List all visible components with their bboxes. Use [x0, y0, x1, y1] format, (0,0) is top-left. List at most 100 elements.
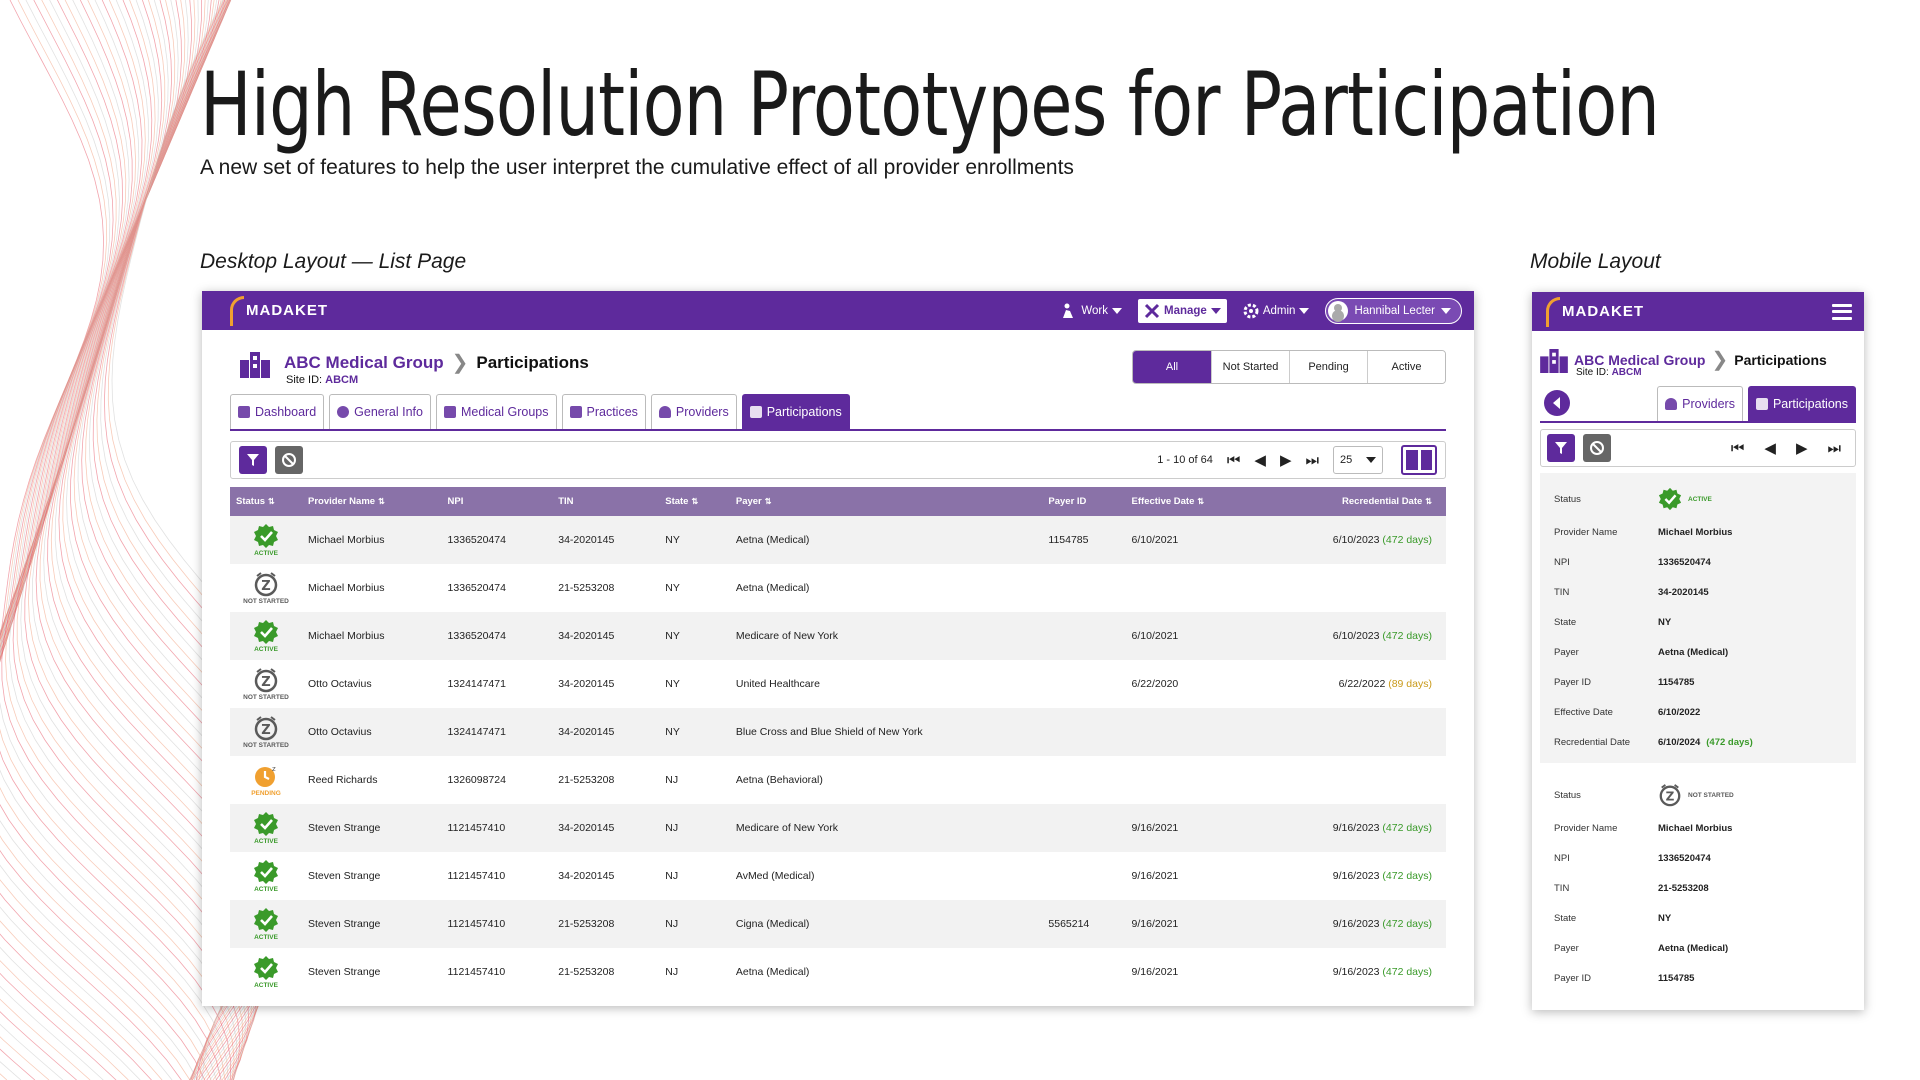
field-label: State — [1554, 616, 1577, 628]
first-page-icon[interactable]: ⏮ — [1731, 441, 1745, 456]
page-header: ABC Medical Group ❯ Participations Site … — [202, 330, 1474, 394]
madaket-logo[interactable]: MADAKET — [230, 295, 328, 326]
status-badge: ACTIVE — [253, 859, 279, 893]
tab-medical-groups[interactable]: Medical Groups — [435, 394, 557, 429]
state-cell: NY — [665, 582, 680, 594]
tab-participations[interactable]: Participations — [741, 394, 850, 429]
tin-cell: 21-5253208 — [558, 966, 615, 978]
last-page-icon[interactable]: ⏭ — [1827, 441, 1841, 456]
days-remaining: (472 days) — [1382, 630, 1432, 642]
provider-name-link[interactable]: Michael Morbius — [302, 612, 442, 660]
status-cell: Z NOT STARTED — [230, 660, 302, 708]
last-page-icon[interactable]: ⏭ — [1305, 453, 1319, 468]
active-check-icon — [254, 620, 278, 644]
col-recredential-date[interactable]: Recredential Date ⇅ — [1258, 487, 1446, 516]
field-value-wrap: NY — [1658, 913, 1671, 924]
table-row[interactable]: ACTIVE Michael Morbius 1336520474 34-202014… — [230, 516, 1446, 564]
page-size-select[interactable]: 25 — [1333, 446, 1383, 474]
card-field-row: Status Z NOT STARTED — [1540, 777, 1856, 813]
tab-practices[interactable]: Practices — [561, 394, 646, 429]
col-payer[interactable]: Payer ⇅ — [729, 487, 1043, 516]
status-label: NOT STARTED — [243, 598, 289, 605]
card-field-row: Recredential Date 6/10/2024 (472 days) — [1540, 727, 1856, 757]
table-row[interactable]: ACTIVE Steven Strange 1121457410 34-2020145… — [230, 804, 1446, 852]
table-row[interactable]: ACTIVE Steven Strange 1121457410 34-2020145… — [230, 852, 1446, 900]
table-row[interactable]: ACTIVE Michael Morbius 1336520474 34-202014… — [230, 612, 1446, 660]
effective-date-cell — [1126, 564, 1259, 612]
nav-manage[interactable]: Manage — [1138, 298, 1227, 323]
provider-name-link[interactable]: Michael Morbius — [302, 564, 442, 612]
prev-page-icon[interactable]: ◀ — [1764, 441, 1776, 456]
first-page-icon[interactable]: ⏮ — [1227, 453, 1241, 468]
prev-page-icon[interactable]: ◀ — [1254, 453, 1266, 468]
state-cell: NY — [665, 678, 680, 690]
field-value-wrap: ACTIVE — [1658, 487, 1712, 511]
filter-active[interactable]: Active — [1367, 351, 1445, 383]
col-effective-date[interactable]: Effective Date ⇅ — [1125, 487, 1259, 516]
participation-card[interactable]: Status ACTIVE Provider Name Michael Morbius… — [1540, 473, 1856, 763]
filter-button[interactable] — [1547, 434, 1575, 462]
provider-name-link[interactable]: Steven Strange — [302, 900, 442, 948]
tab-providers[interactable]: Providers — [650, 394, 737, 429]
col-provider-name[interactable]: Provider Name ⇅ — [302, 487, 442, 516]
field-value: 1154785 — [1658, 972, 1695, 984]
recredential-date-cell: 9/16/2023 (472 days) — [1258, 900, 1446, 948]
tab-label: Providers — [675, 405, 729, 419]
filter-all[interactable]: All — [1133, 351, 1211, 383]
breadcrumb-org[interactable]: ABC Medical Group — [284, 353, 444, 373]
logo-text: MADAKET — [246, 302, 328, 319]
nav-work[interactable]: Work — [1055, 299, 1128, 323]
provider-name-link[interactable]: Steven Strange — [302, 852, 442, 900]
state-cell: NY — [659, 516, 730, 564]
back-button[interactable] — [1544, 390, 1570, 416]
tab-providers[interactable]: Providers — [1657, 386, 1743, 421]
table-row[interactable]: ACTIVE Steven Strange 1121457410 21-5253208… — [230, 948, 1446, 996]
status-cell: ACTIVE — [230, 612, 302, 660]
recredential-date-cell: 6/10/2023 (472 days) — [1258, 516, 1446, 564]
top-nav-bar: MADAKET Work Manage Admin Hannibal Lecte… — [202, 291, 1474, 330]
filter-button[interactable] — [239, 446, 267, 474]
page-title: Participations — [1734, 351, 1827, 368]
tab-dashboard[interactable]: Dashboard — [230, 394, 325, 429]
column-layout-toggle[interactable] — [1401, 445, 1437, 475]
hamburger-menu-icon[interactable] — [1832, 303, 1852, 320]
field-value: NY — [1658, 616, 1672, 628]
recredential-date: 6/10/2024 — [1658, 736, 1701, 748]
provider-name-link[interactable]: Michael Morbius — [302, 516, 442, 564]
tab-general-info[interactable]: General Info — [329, 394, 431, 429]
breadcrumb-org[interactable]: ABC Medical Group — [1574, 352, 1705, 368]
next-page-icon[interactable]: ▶ — [1280, 453, 1292, 468]
field-label: State — [1554, 912, 1577, 924]
filter-pending[interactable]: Pending — [1289, 351, 1367, 383]
nav-admin[interactable]: Admin — [1237, 299, 1316, 323]
clear-filter-button[interactable] — [1583, 434, 1611, 462]
clear-filter-button[interactable] — [275, 446, 303, 474]
user-menu[interactable]: Hannibal Lecter — [1325, 297, 1462, 324]
tab-participations[interactable]: Participations — [1747, 386, 1856, 421]
status-label: NOT STARTED — [243, 742, 289, 749]
table-row[interactable]: Z NOT STARTED Michael Morbius 1336520474 21-… — [230, 564, 1446, 612]
col-state[interactable]: State ⇅ — [659, 487, 730, 516]
next-page-icon[interactable]: ▶ — [1796, 441, 1808, 456]
payer-cell: Cigna (Medical) — [729, 900, 1043, 948]
tab-label: Medical Groups — [460, 405, 549, 419]
provider-name-link[interactable]: Reed Richards — [302, 756, 442, 804]
mobile-prototype: MADAKET ABC Medical Group ❯ Participatio… — [1532, 292, 1864, 1010]
table-row[interactable]: z PENDING Reed Richards 1326098724 21-525320… — [230, 756, 1446, 804]
provider-name-link[interactable]: Steven Strange — [302, 804, 442, 852]
madaket-logo[interactable]: MADAKET — [1546, 296, 1644, 327]
table-row[interactable]: Z NOT STARTED Otto Octavius 1324147471 34-20… — [230, 660, 1446, 708]
field-value-wrap: 1154785 — [1658, 973, 1694, 984]
filter-not-started[interactable]: Not Started — [1211, 351, 1289, 383]
provider-name-link[interactable]: Otto Octavius — [302, 708, 442, 756]
table-row[interactable]: ACTIVE Steven Strange 1121457410 21-5253208… — [230, 900, 1446, 948]
site-id: Site ID: ABCM — [1576, 367, 1642, 378]
provider-name-link[interactable]: Steven Strange — [302, 948, 442, 996]
col-status[interactable]: Status ⇅ — [230, 487, 302, 516]
table-row[interactable]: Z NOT STARTED Otto Octavius 1324147471 34-20… — [230, 708, 1446, 756]
chevron-down-icon — [1112, 307, 1122, 314]
npi-cell: 1336520474 — [447, 582, 506, 594]
participation-card[interactable]: Status Z NOT STARTED Provider Name Michael M… — [1540, 769, 1856, 999]
provider-name-link[interactable]: Otto Octavius — [302, 660, 442, 708]
site-id: Site ID: ABCM — [286, 374, 358, 386]
